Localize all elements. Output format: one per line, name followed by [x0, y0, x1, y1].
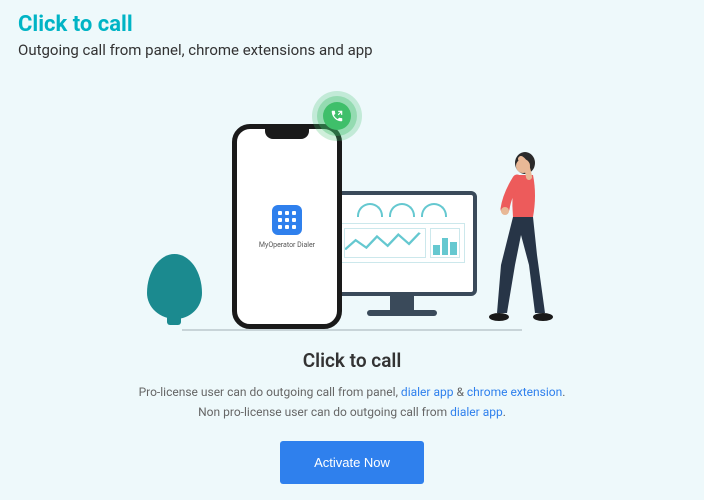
monitor-graphic	[327, 191, 477, 321]
dialer-app-icon	[272, 205, 302, 235]
content-description: Pro-license user can do outgoing call fr…	[60, 382, 644, 423]
dialer-app-link[interactable]: dialer app	[401, 385, 454, 399]
phone-graphic: MyOperator Dialer	[232, 124, 342, 329]
bush-decoration	[147, 254, 202, 319]
page-title: Click to call	[18, 12, 686, 37]
chrome-extension-link[interactable]: chrome extension	[467, 385, 562, 399]
person-graphic	[477, 145, 567, 325]
page-subtitle: Outgoing call from panel, chrome extensi…	[18, 41, 686, 59]
call-badge-icon	[312, 91, 362, 141]
content-title: Click to call	[60, 349, 644, 372]
activate-now-button[interactable]: Activate Now	[280, 441, 424, 484]
dialer-app-link-2[interactable]: dialer app	[450, 405, 503, 419]
feature-illustration: MyOperator Dialer	[177, 109, 527, 329]
phone-app-label: MyOperator Dialer	[259, 241, 315, 249]
